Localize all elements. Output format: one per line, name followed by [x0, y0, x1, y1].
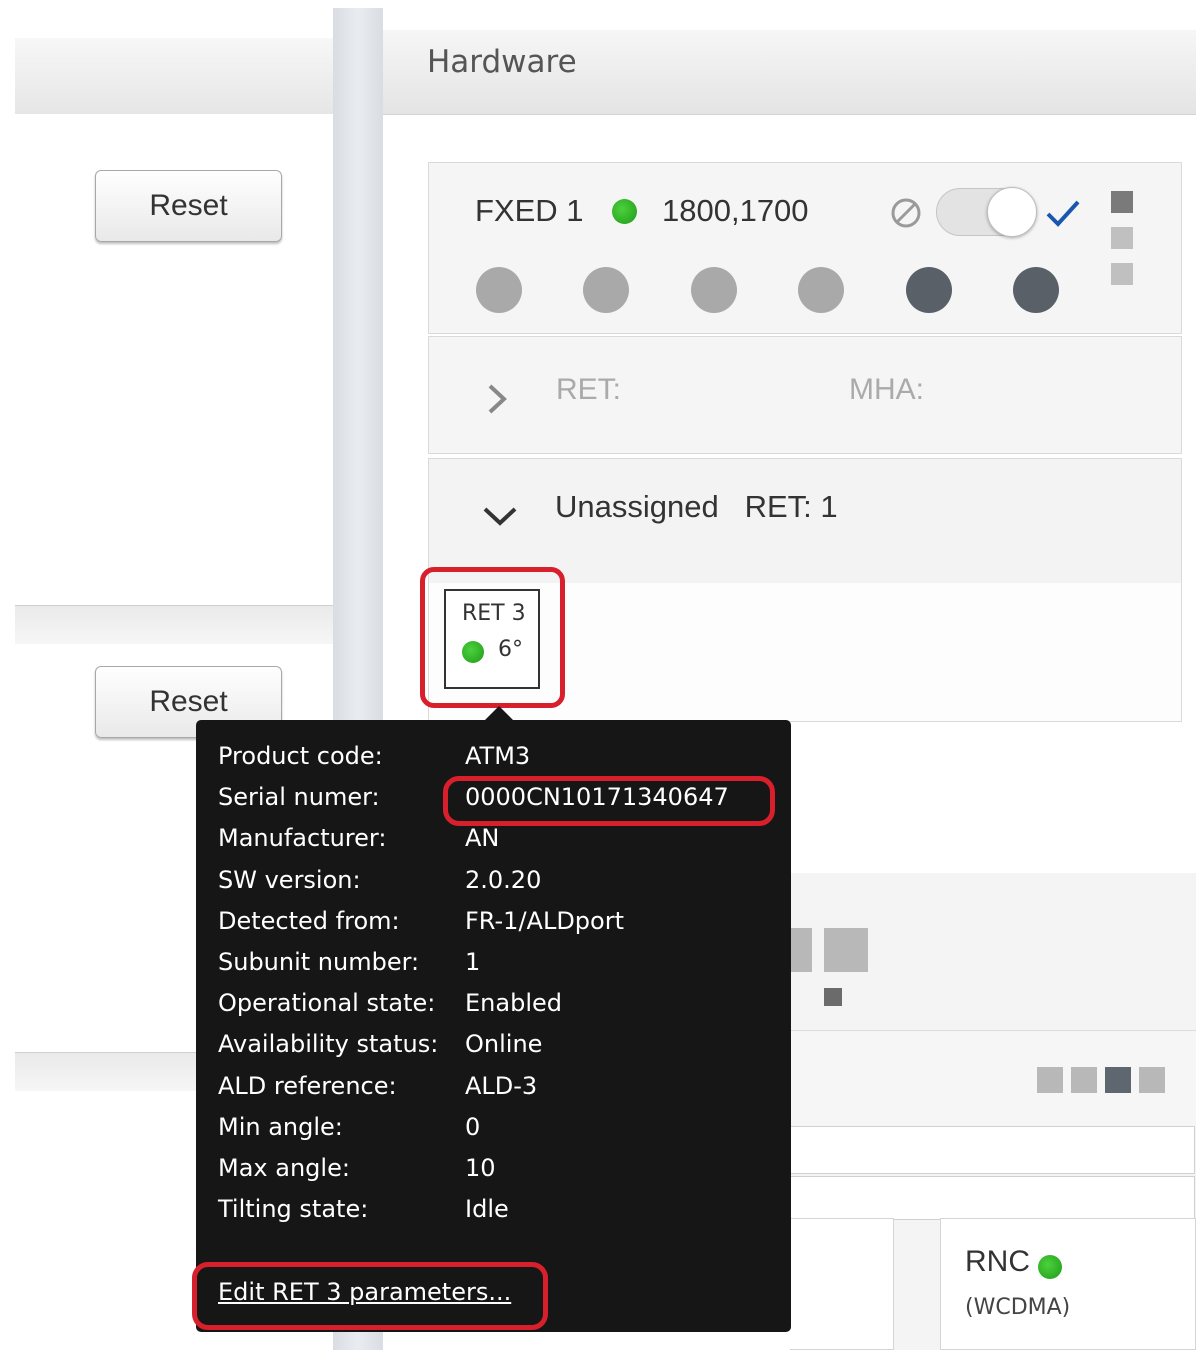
port-icon[interactable] [906, 267, 952, 313]
left-panel-header [15, 38, 335, 114]
tooltip-row-value: 10 [465, 1154, 496, 1182]
tooltip-row-value: ATM3 [465, 742, 531, 770]
lower-input-field-2[interactable] [790, 1176, 1195, 1220]
port-icon[interactable] [798, 267, 844, 313]
drag-handle[interactable] [1111, 191, 1133, 299]
lower-square-icon [790, 928, 812, 972]
tooltip-row-label: SW version: [218, 865, 361, 894]
status-ok-icon [1038, 1255, 1062, 1279]
fxed-name: FXED 1 [475, 193, 584, 228]
tooltip-row-label: Detected from: [218, 906, 400, 935]
tooltip-row-label: Tilting state: [218, 1195, 369, 1224]
page-title: Hardware [427, 44, 577, 80]
tooltip-row-value: ALD-3 [465, 1071, 538, 1100]
fxed-card[interactable]: FXED 1 1800,1700 [428, 162, 1182, 334]
tooltip-row-label: Manufacturer: [218, 824, 387, 853]
rnc-subtitle: (WCDMA) [965, 1295, 1071, 1320]
enable-toggle[interactable] [936, 187, 1037, 237]
hardware-header: Hardware [383, 30, 1196, 115]
lower-square-icon [824, 988, 842, 1006]
lower-row [790, 1030, 1196, 1127]
mha-label: MHA: [849, 373, 924, 406]
unassigned-header[interactable]: Unassigned RET: 1 [429, 459, 1181, 583]
rnc-title: RNC [965, 1245, 1030, 1278]
ret-mha-row[interactable]: RET: MHA: [428, 336, 1182, 454]
tooltip-row-label: Operational state: [218, 989, 436, 1018]
tooltip-row-label: Serial numer: [218, 783, 380, 812]
lower-square-icon [824, 928, 868, 972]
tooltip-row-label: ALD reference: [218, 1071, 397, 1100]
tooltip-row-value: FR-1/ALDport [465, 906, 624, 935]
port-icon[interactable] [691, 267, 737, 313]
block-icon[interactable] [890, 197, 922, 229]
lower-input-field[interactable] [790, 1126, 1195, 1174]
ret-label: RET: [556, 373, 622, 406]
reset-button[interactable]: Reset [95, 170, 282, 242]
tooltip-row-value: 1 [465, 948, 481, 976]
port-icon[interactable] [583, 267, 629, 313]
tooltip-row-label: Availability status: [218, 1030, 439, 1059]
fxed-frequencies: 1800,1700 [662, 193, 809, 228]
tooltip-row-value: Enabled [465, 989, 562, 1018]
left-panel-section-divider [15, 605, 335, 644]
rnc-card[interactable]: RNC (WCDMA) [940, 1218, 1196, 1350]
status-ok-icon [612, 199, 637, 224]
checkmark-icon [1046, 200, 1080, 227]
chevron-right-icon[interactable] [484, 381, 512, 417]
tooltip-row-label: Product code: [218, 742, 383, 770]
chevron-down-icon[interactable] [481, 503, 519, 529]
highlight-ret-tile [420, 567, 565, 708]
port-icon[interactable] [1013, 267, 1059, 313]
unassigned-label: Unassigned RET: 1 [555, 489, 838, 524]
lower-card[interactable] [790, 1218, 894, 1350]
toggle-knob [987, 187, 1037, 237]
tooltip-row-value: 2.0.20 [465, 865, 542, 894]
tooltip-row-label: Max angle: [218, 1154, 350, 1182]
tooltip-row-label: Min angle: [218, 1112, 343, 1141]
tooltip-arrow [484, 706, 514, 721]
highlight-edit-link [192, 1262, 548, 1330]
tooltip-row-value: 0 [465, 1112, 481, 1141]
highlight-serial [443, 776, 775, 826]
tooltip-row-value: Idle [465, 1195, 509, 1224]
tooltip-row-value: AN [465, 824, 500, 853]
tooltip-row-value: Online [465, 1030, 543, 1059]
tooltip-row-label: Subunit number: [218, 948, 420, 976]
port-icon[interactable] [476, 267, 522, 313]
